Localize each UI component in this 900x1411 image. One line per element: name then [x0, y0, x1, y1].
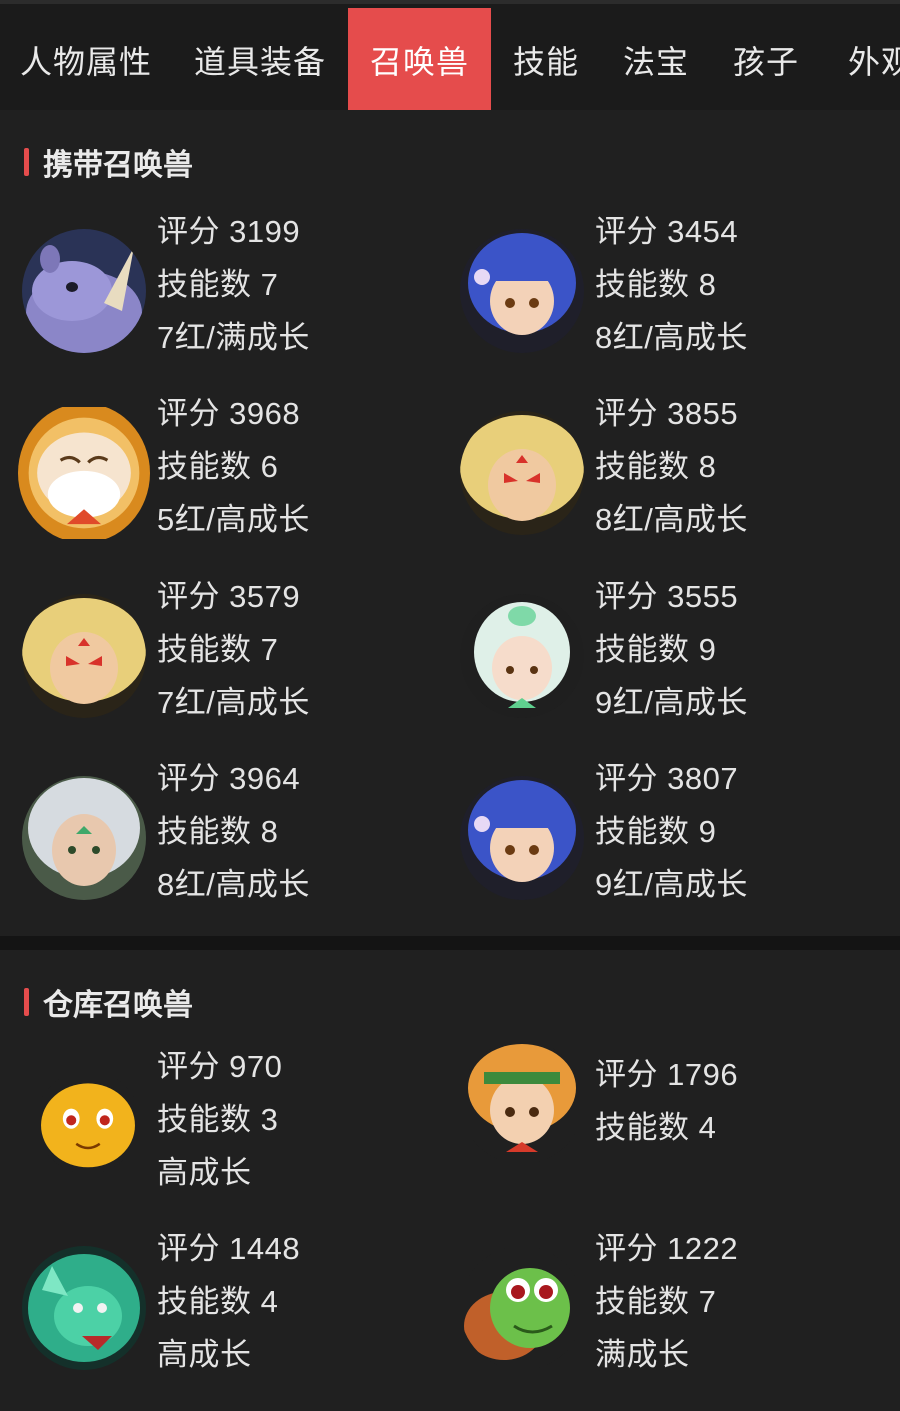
- tab-children[interactable]: 孩子: [720, 8, 812, 110]
- pet-info: 评分 1448 技能数 4 高成长: [157, 1222, 300, 1381]
- pet-growth: 9红/高成长: [595, 867, 748, 902]
- pet-card[interactable]: 评分 970 技能数 3 高成长: [0, 1040, 430, 1210]
- pet-score: 评分 3454: [595, 214, 739, 249]
- pet-growth: 8红/高成长: [595, 502, 748, 537]
- pet-score: 评分 3855: [595, 396, 739, 431]
- pet-score: 评分 970: [157, 1049, 283, 1084]
- pet-skill-count: 技能数 7: [595, 1284, 717, 1319]
- pet-growth: 高成长: [157, 1155, 252, 1190]
- pet-info: 评分 3968 技能数 6 5红/高成长: [157, 387, 310, 546]
- yellow-blob-pet-icon: [36, 1070, 140, 1174]
- old-sage-pet-icon: [18, 403, 150, 543]
- pet-card[interactable]: 评分 3968 技能数 6 5红/高成长: [0, 387, 430, 557]
- pet-growth: 7红/满成长: [157, 320, 310, 355]
- tab-appearance[interactable]: 外观: [832, 8, 900, 110]
- pet-info: 评分 3807 技能数 9 9红/高成长: [595, 752, 748, 911]
- pet-growth: 高成长: [157, 1337, 252, 1372]
- tab-items-equipment[interactable]: 道具装备: [180, 8, 340, 110]
- pet-card[interactable]: 评分 3555 技能数 9 9红/高成长: [438, 570, 868, 740]
- monkey-boy-pet-icon: [460, 1040, 584, 1164]
- section-title-storage: 仓库召唤兽: [24, 980, 193, 1024]
- pet-growth: 满成长: [595, 1337, 690, 1372]
- pet-skill-count: 技能数 8: [595, 267, 717, 302]
- pet-skill-count: 技能数 6: [157, 449, 279, 484]
- pet-skill-count: 技能数 7: [157, 632, 279, 667]
- green-turtle-pet-icon: [460, 1246, 584, 1370]
- pet-card[interactable]: 评分 3807 技能数 9 9红/高成长: [438, 752, 868, 922]
- silver-hair-elf-pet-icon: [22, 776, 146, 900]
- pet-skill-count: 技能数 9: [595, 632, 717, 667]
- carried-pets-section: 携带召唤兽 评分 3199 技能数 7 7红/满成长 评分 3454 技能数 8…: [0, 110, 900, 936]
- golden-hair-warrior-pet-icon: [460, 411, 584, 535]
- pet-skill-count: 技能数 8: [157, 814, 279, 849]
- pet-card[interactable]: 评分 1448 技能数 4 高成长: [0, 1222, 430, 1392]
- pet-score: 评分 3964: [157, 761, 301, 796]
- pet-growth: 8红/高成长: [157, 867, 310, 902]
- pet-card[interactable]: 评分 3454 技能数 8 8红/高成长: [438, 205, 868, 375]
- pet-skill-count: 技能数 4: [157, 1284, 279, 1319]
- pet-score: 评分 3579: [157, 579, 301, 614]
- pet-skill-count: 技能数 3: [157, 1102, 279, 1137]
- pet-card[interactable]: 评分 1222 技能数 7 满成长: [438, 1222, 868, 1392]
- pet-info: 评分 3579 技能数 7 7红/高成长: [157, 570, 310, 729]
- golden-hair-warrior-pet-icon: [22, 594, 146, 718]
- section-accent-bar: [24, 148, 29, 176]
- pet-score: 评分 3555: [595, 579, 739, 614]
- pet-info: 评分 1796 技能数 4: [595, 1048, 738, 1154]
- pet-score: 评分 3807: [595, 761, 739, 796]
- pet-card[interactable]: 评分 3855 技能数 8 8红/高成长: [438, 387, 868, 557]
- pet-score: 评分 1796: [595, 1057, 739, 1092]
- pet-skill-count: 技能数 7: [157, 267, 279, 302]
- pet-info: 评分 970 技能数 3 高成长: [157, 1040, 282, 1199]
- pet-card[interactable]: 评分 3199 技能数 7 7红/满成长: [0, 205, 430, 375]
- tab-skills[interactable]: 技能: [500, 8, 592, 110]
- section-divider: [0, 936, 900, 950]
- tab-treasures[interactable]: 法宝: [610, 8, 702, 110]
- pet-score: 评分 1222: [595, 1231, 739, 1266]
- pet-info: 评分 3199 技能数 7 7红/满成长: [157, 205, 310, 364]
- pet-info: 评分 1222 技能数 7 满成长: [595, 1222, 738, 1381]
- blue-hair-girl-pet-icon: [460, 776, 584, 900]
- pet-card[interactable]: 评分 3964 技能数 8 8红/高成长: [0, 752, 430, 922]
- rhino-pet-icon: [22, 229, 146, 353]
- tab-summoned-beasts[interactable]: 召唤兽: [348, 8, 491, 110]
- section-accent-bar: [24, 988, 29, 1016]
- pet-growth: 7红/高成长: [157, 685, 310, 720]
- pet-growth: 5红/高成长: [157, 502, 310, 537]
- pet-card[interactable]: 评分 1796 技能数 4: [438, 1040, 868, 1210]
- pet-skill-count: 技能数 9: [595, 814, 717, 849]
- storage-pets-section: 仓库召唤兽 评分 970 技能数 3 高成长 评分 1796 技能数 4 评分 …: [0, 950, 900, 1411]
- pet-info: 评分 3964 技能数 8 8红/高成长: [157, 752, 310, 911]
- pet-info: 评分 3454 技能数 8 8红/高成长: [595, 205, 748, 364]
- tab-character-attributes[interactable]: 人物属性: [0, 8, 172, 110]
- pet-info: 评分 3555 技能数 9 9红/高成长: [595, 570, 748, 729]
- pet-card[interactable]: 评分 3579 技能数 7 7红/高成长: [0, 570, 430, 740]
- section-title-text: 仓库召唤兽: [43, 989, 193, 1022]
- section-title-text: 携带召唤兽: [43, 149, 193, 182]
- blue-hair-girl-pet-icon: [460, 229, 584, 353]
- pet-skill-count: 技能数 4: [595, 1110, 717, 1145]
- pet-skill-count: 技能数 8: [595, 449, 717, 484]
- green-dragon-pet-icon: [22, 1246, 146, 1370]
- white-hair-girl-pet-icon: [460, 594, 584, 718]
- tab-bar: 人物属性 道具装备 召唤兽 技能 法宝 孩子 外观: [0, 0, 900, 110]
- pet-score: 评分 1448: [157, 1231, 301, 1266]
- pet-score: 评分 3968: [157, 396, 301, 431]
- pet-score: 评分 3199: [157, 214, 301, 249]
- pet-info: 评分 3855 技能数 8 8红/高成长: [595, 387, 748, 546]
- pet-growth: 8红/高成长: [595, 320, 748, 355]
- section-title-carried: 携带召唤兽: [24, 140, 193, 184]
- pet-growth: 9红/高成长: [595, 685, 748, 720]
